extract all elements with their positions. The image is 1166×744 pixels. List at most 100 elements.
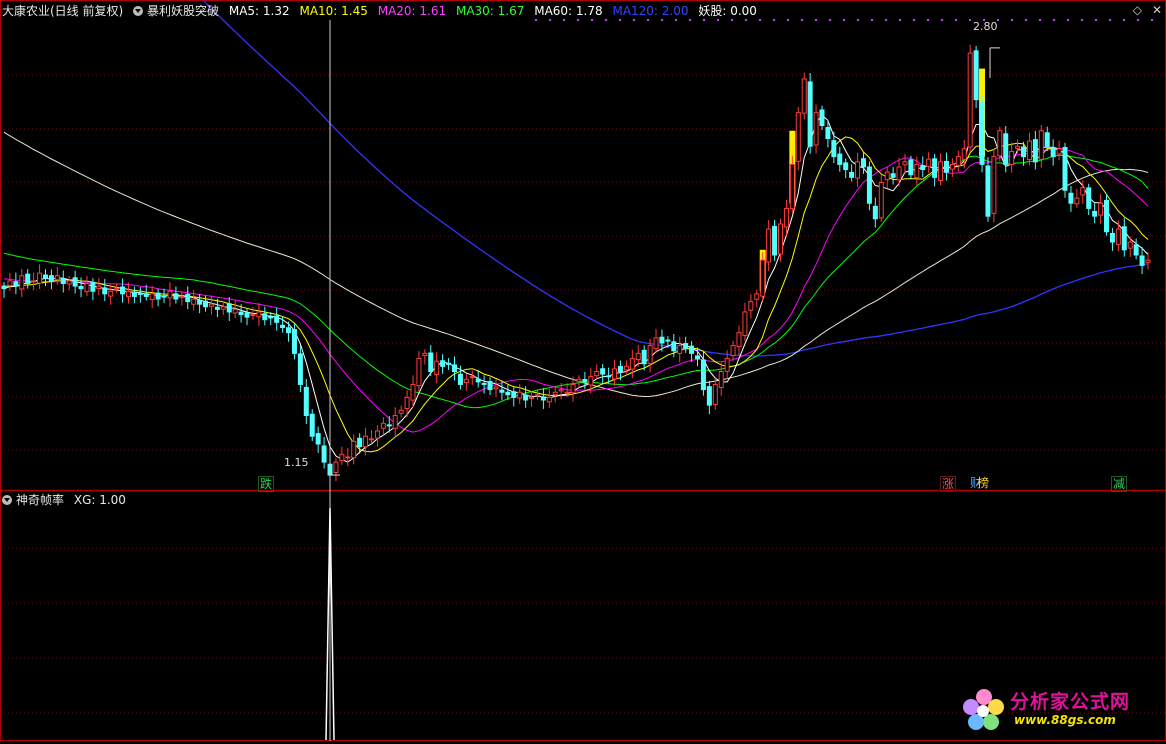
- candle-body: [238, 311, 244, 316]
- candle-body: [594, 371, 600, 377]
- diamond-icon[interactable]: ◇: [1133, 3, 1142, 17]
- candle-body: [866, 166, 872, 204]
- candle-body: [208, 303, 214, 307]
- candle-body: [671, 341, 677, 352]
- candle-body: [641, 349, 647, 365]
- stock-title[interactable]: 大康农业(日线 前复权): [2, 4, 123, 18]
- candle-body: [434, 360, 440, 376]
- candle-body: [1, 285, 7, 290]
- candle-body: [167, 290, 173, 299]
- candle-body: [1062, 147, 1068, 191]
- candle-body: [754, 293, 760, 300]
- candle-body: [860, 158, 866, 168]
- candle-body: [523, 394, 529, 401]
- dropdown-icon[interactable]: [133, 6, 144, 16]
- ma20-value: MA20: 1.61: [377, 4, 447, 18]
- ma10-value: MA10: 1.45: [299, 4, 368, 18]
- candle-body: [1009, 150, 1015, 165]
- candle-body: [315, 433, 321, 445]
- candle-body: [487, 381, 493, 391]
- candle-body: [256, 311, 262, 318]
- candle-body: [363, 435, 369, 448]
- candle-body: [612, 368, 618, 380]
- candle-body: [102, 287, 108, 295]
- candle-body: [274, 315, 280, 323]
- candle-body: [60, 278, 66, 284]
- marker-dot: [885, 19, 887, 21]
- candle-body: [647, 345, 653, 365]
- candle-body: [813, 112, 819, 146]
- close-icon[interactable]: ✕: [1152, 3, 1162, 17]
- candle-body: [766, 228, 772, 263]
- candle-body: [25, 273, 31, 284]
- candle-body: [825, 127, 831, 140]
- marker-dot: [899, 19, 901, 21]
- candle-body: [244, 312, 250, 318]
- marker-dot: [1053, 19, 1055, 21]
- candle-body: [1056, 148, 1062, 155]
- candle-body: [570, 383, 576, 394]
- candle-body: [617, 366, 623, 373]
- candle-body: [855, 161, 861, 179]
- candle-body: [78, 285, 84, 290]
- window-controls: ◇ ✕: [1123, 3, 1162, 17]
- candle-body: [19, 275, 25, 290]
- candle-body: [926, 158, 932, 168]
- candle-body: [463, 378, 469, 384]
- candle-body: [161, 295, 167, 298]
- candle-body: [380, 422, 386, 429]
- candle-body: [736, 332, 742, 348]
- marker-dot: [815, 19, 817, 21]
- candle-body: [1092, 210, 1098, 217]
- indicator-name[interactable]: 暴利妖股突破: [133, 4, 219, 18]
- candle-body: [392, 415, 398, 429]
- candle-body: [72, 277, 78, 287]
- candle-body: [635, 352, 641, 361]
- candle-body: [1015, 145, 1021, 149]
- candle-body: [179, 295, 185, 298]
- candle-body: [250, 314, 256, 317]
- marker-dot: [1039, 19, 1041, 21]
- chart-stage[interactable]: [0, 0, 1166, 741]
- candle-body: [214, 306, 220, 310]
- candle-body: [321, 445, 327, 463]
- candle-body: [120, 286, 126, 295]
- candle-body: [795, 112, 801, 162]
- candle-body: [949, 163, 955, 170]
- candle-body: [143, 293, 149, 297]
- candle-body: [849, 171, 855, 178]
- candle-body: [1068, 192, 1074, 204]
- candle-body: [1032, 139, 1038, 163]
- marker-dot: [787, 19, 789, 21]
- candle-body: [896, 166, 902, 181]
- candle-body: [280, 324, 286, 328]
- marker-dot: [1151, 19, 1153, 21]
- candle-body: [588, 376, 594, 386]
- candle-body: [932, 158, 938, 178]
- candle-body: [884, 171, 890, 181]
- candle-body: [819, 109, 825, 127]
- sub-dropdown-icon[interactable]: [2, 495, 12, 505]
- candle-body: [653, 337, 659, 350]
- marker-dot: [941, 19, 943, 21]
- ma120-value: MA120: 2.00: [612, 4, 689, 18]
- sub-indicator-name[interactable]: 神奇帧率: [2, 493, 64, 507]
- candle-body: [404, 396, 410, 409]
- candle-body: [872, 205, 878, 220]
- candle-body: [191, 298, 197, 305]
- ma60-line: [3, 131, 1149, 398]
- candle-body: [1109, 232, 1115, 243]
- candle-body: [730, 345, 736, 357]
- candle-body: [398, 409, 404, 414]
- candle-body: [1121, 226, 1127, 251]
- candle-body: [333, 461, 339, 474]
- candle-body: [1003, 133, 1009, 165]
- candle-body: [475, 378, 481, 383]
- ma30-line: [3, 154, 1149, 409]
- chart-svg[interactable]: [0, 0, 1166, 741]
- candle-body: [742, 311, 748, 336]
- candle-body: [529, 396, 535, 399]
- marker-dot: [969, 19, 971, 21]
- candle-body: [149, 293, 155, 301]
- candle-body: [197, 299, 203, 305]
